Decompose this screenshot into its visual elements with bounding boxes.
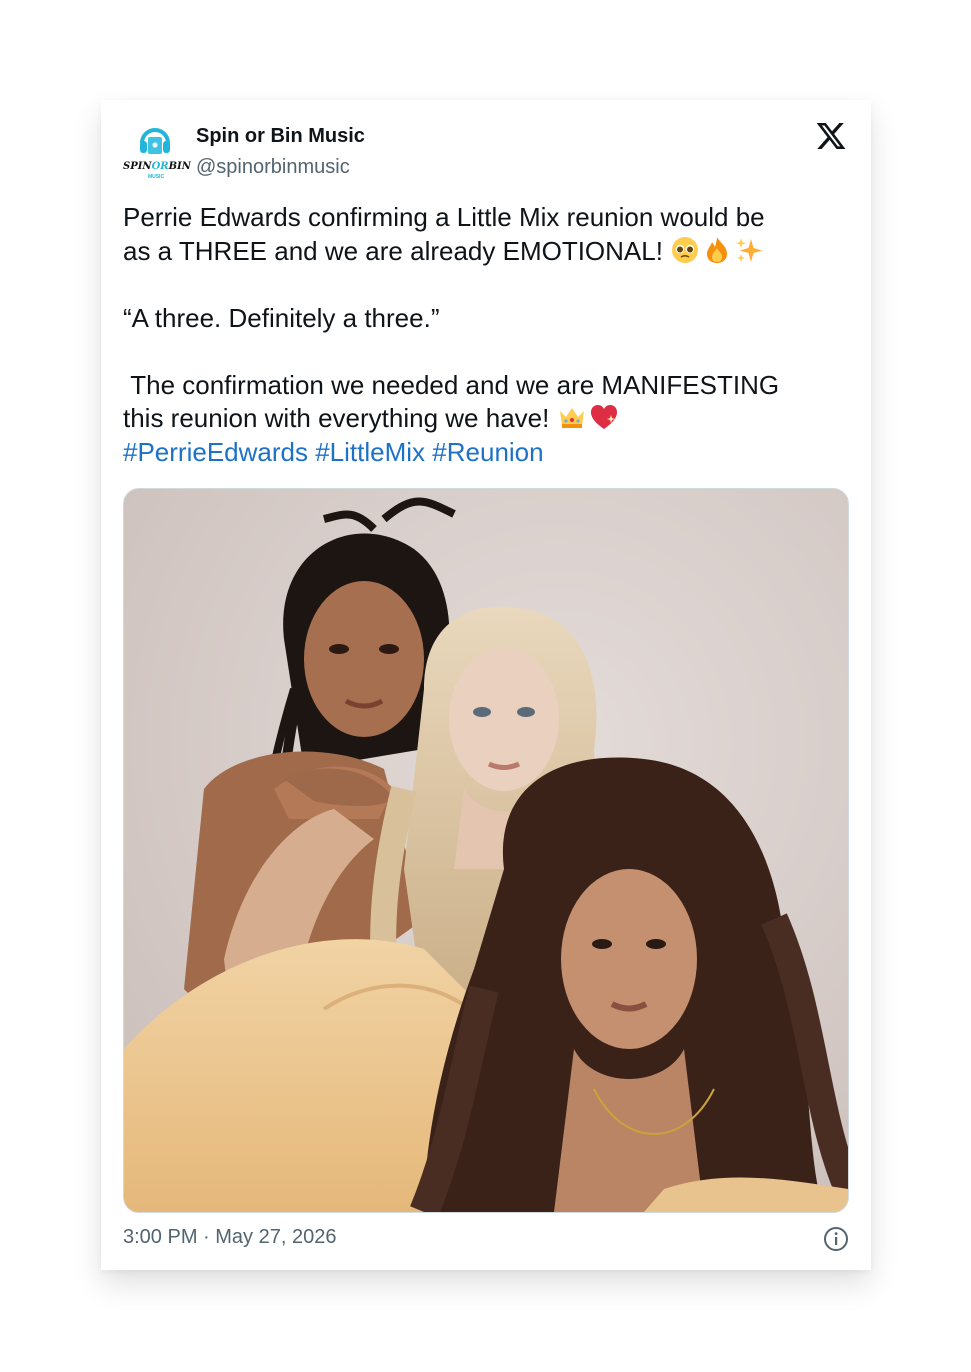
tweet-quote: “A three. Definitely a three.” (123, 302, 440, 333)
photo-three-women (124, 489, 848, 1212)
tweet-header: SPINORBIN MUSIC Spin or Bin Music @spino… (123, 118, 851, 182)
headphones-icon (140, 128, 170, 154)
tweet-line-1: Perrie Edwards confirming a Little Mix r… (123, 202, 765, 232)
hashtag-littlemix[interactable]: #LittleMix (315, 437, 425, 467)
avatar-logo-sub: MUSIC (147, 174, 165, 180)
pleading-face-emoji (672, 236, 699, 263)
tweet-text: Perrie Edwards confirming a Little Mix r… (123, 201, 853, 469)
tweet-line-2-text: as a THREE and we are already EMOTIONAL! (123, 235, 671, 266)
avatar[interactable]: SPINORBIN MUSIC (123, 121, 191, 183)
tweet-line-5: this reunion with everything we have! (123, 402, 853, 436)
timestamp[interactable]: 3:00 PM · May 27, 2026 (123, 1226, 336, 1249)
tweet-line-2: as a THREE and we are already EMOTIONAL! (123, 235, 853, 269)
sparkles-emoji (736, 237, 763, 262)
tweet-line-5-text: this reunion with everything we have! (123, 403, 557, 433)
hashtag-reunion[interactable]: #Reunion (432, 437, 543, 467)
tweet-line-4: The confirmation we needed and we are MA… (123, 369, 780, 400)
tweet-footer: 3:00 PM · May 27, 2026 (123, 1224, 851, 1254)
account-handle[interactable]: @spinorbinmusic (196, 155, 365, 179)
hashtag-perrieedwards[interactable]: #PerrieEdwards (123, 437, 308, 467)
fire-emoji (707, 236, 728, 263)
display-name[interactable]: Spin or Bin Music (196, 124, 365, 148)
avatar-logo-text: SPINORBIN (123, 161, 191, 172)
account-names: Spin or Bin Music @spinorbinmusic (196, 124, 365, 179)
info-icon[interactable] (823, 1226, 849, 1252)
tweet-photo[interactable] (123, 488, 849, 1213)
hashtags: #PerrieEdwards #LittleMix #Reunion (123, 436, 853, 470)
tweet-card: SPINORBIN MUSIC Spin or Bin Music @spino… (101, 100, 871, 1270)
crown-emoji (559, 408, 584, 428)
sparkling-heart-emoji (590, 405, 617, 429)
x-logo-icon[interactable] (815, 120, 847, 152)
